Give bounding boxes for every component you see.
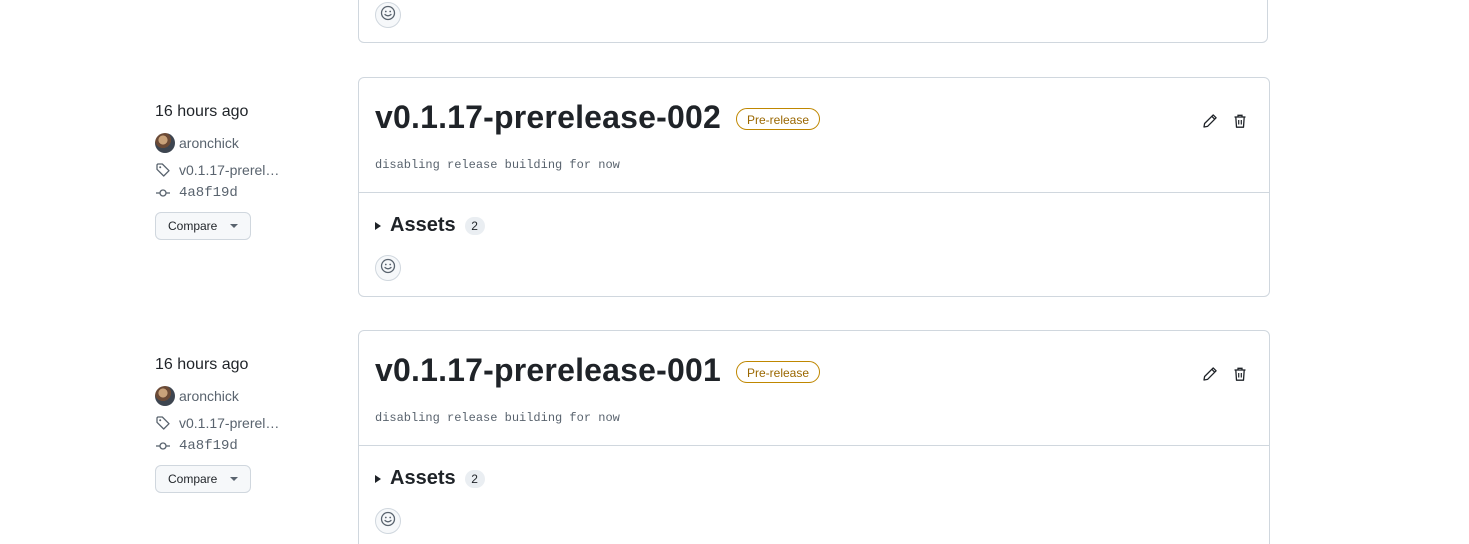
release-tag[interactable]: v0.1.17-prerel… [155,162,279,178]
author-name[interactable]: aronchick [179,388,239,404]
compare-label: Compare [168,472,218,486]
tag-icon [155,162,171,178]
releases-page: 16 hours ago aronchick v0.1.17-prerel… 4… [0,0,1469,544]
smiley-icon [380,5,396,26]
delete-release-button[interactable] [1231,114,1249,132]
git-commit-icon [155,185,171,201]
assets-toggle[interactable]: Assets 2 [375,467,485,490]
tag-name[interactable]: v0.1.17-prerel… [179,162,279,178]
release-card: v0.1.17-prerelease-001 Pre-release disab… [358,330,1270,544]
smiley-icon [380,511,396,532]
release-commit[interactable]: 4a8f19d [155,438,238,454]
release-card-previous [358,0,1268,43]
commit-sha[interactable]: 4a8f19d [179,185,238,201]
edit-release-button[interactable] [1201,113,1219,134]
trash-icon [1232,366,1248,387]
add-reaction-button[interactable] [375,255,401,281]
add-reaction-button[interactable] [375,2,401,28]
git-commit-icon [155,438,171,454]
release-notes: disabling release building for now [375,411,620,425]
release-author[interactable]: aronchick [155,386,239,406]
delete-release-button[interactable] [1231,367,1249,385]
prerelease-badge: Pre-release [736,108,821,130]
assets-label: Assets [390,467,456,489]
tag-icon [155,415,171,431]
triangle-right-icon [375,221,381,230]
avatar [155,386,175,406]
release-tag[interactable]: v0.1.17-prerel… [155,415,279,431]
assets-count: 2 [464,469,485,488]
compare-label: Compare [168,219,218,233]
release-card: v0.1.17-prerelease-002 Pre-release disab… [358,77,1270,297]
chevron-down-icon [230,224,238,228]
release-time: 16 hours ago [155,103,249,120]
edit-release-button[interactable] [1201,366,1219,387]
author-name[interactable]: aronchick [179,135,239,151]
divider [359,445,1269,446]
release-author[interactable]: aronchick [155,133,239,153]
pencil-icon [1202,366,1218,387]
compare-button[interactable]: Compare [155,212,251,240]
assets-count: 2 [464,216,485,235]
commit-sha[interactable]: 4a8f19d [179,438,238,454]
release-title[interactable]: v0.1.17-prerelease-001 [375,352,721,389]
compare-button[interactable]: Compare [155,465,251,493]
avatar [155,133,175,153]
add-reaction-button[interactable] [375,508,401,534]
tag-name[interactable]: v0.1.17-prerel… [179,415,279,431]
release-time: 16 hours ago [155,356,249,373]
release-title[interactable]: v0.1.17-prerelease-002 [375,99,721,136]
divider [359,192,1269,193]
trash-icon [1232,113,1248,134]
assets-label: Assets [390,214,456,236]
release-notes: disabling release building for now [375,158,620,172]
smiley-icon [380,258,396,279]
prerelease-badge: Pre-release [736,361,821,383]
assets-toggle[interactable]: Assets 2 [375,214,485,237]
release-commit[interactable]: 4a8f19d [155,185,238,201]
chevron-down-icon [230,477,238,481]
triangle-right-icon [375,474,381,483]
pencil-icon [1202,113,1218,134]
